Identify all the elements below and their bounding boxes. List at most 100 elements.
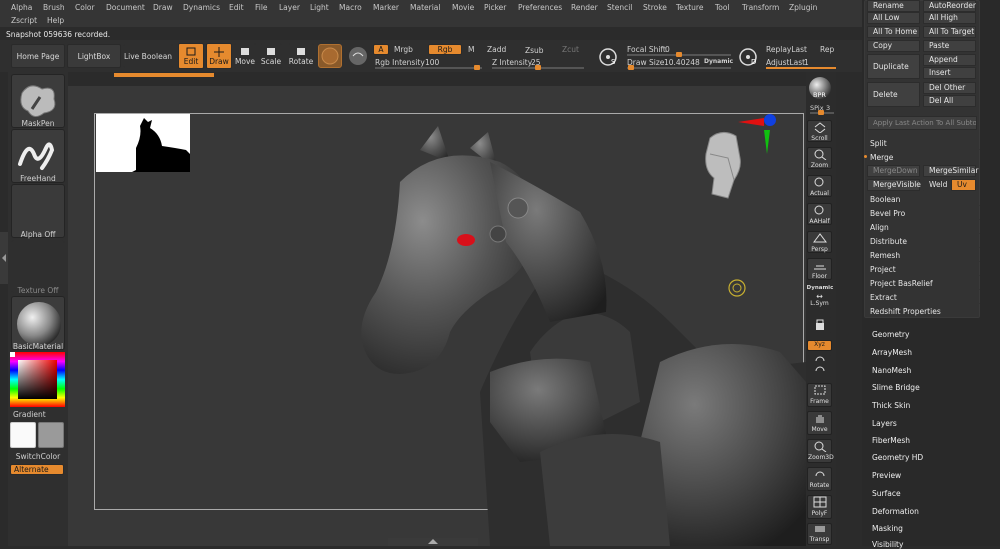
split-section[interactable]: Split [868,138,980,150]
boolean-section[interactable]: Boolean [868,194,980,206]
apply-last-action-button[interactable]: Apply Last Action To All Subtool [867,116,977,130]
all-high-button[interactable]: All High [923,12,976,24]
menu-light[interactable]: Light [310,3,329,12]
merge-similar-button[interactable]: MergeSimilar [923,165,978,177]
zcut-button[interactable]: Zcut [562,45,579,54]
rotate-view-button[interactable]: Rotate [807,467,832,491]
lsym-button[interactable]: ↔ L.Sym [807,292,832,310]
slime-bridge-subpalette[interactable]: Slime Bridge [872,383,920,392]
all-to-target-button[interactable]: All To Target [923,26,976,38]
rep-button[interactable]: Rep [820,45,834,54]
switch-color-button[interactable]: SwitchColor [8,452,68,461]
color-picker[interactable] [10,352,65,407]
rename-button[interactable]: Rename [867,0,920,12]
surface-subpalette[interactable]: Surface [872,489,901,498]
del-all-button[interactable]: Del All [923,95,976,107]
menu-marker[interactable]: Marker [373,3,399,12]
move-view-button[interactable]: Move [807,411,832,435]
zadd-button[interactable]: Zadd [487,45,506,54]
live-boolean-button[interactable]: Live Boolean [123,44,173,68]
copy-button[interactable]: Copy [867,40,920,52]
main-color-swatch[interactable] [10,422,36,448]
menu-stroke[interactable]: Stroke [643,3,667,12]
zoom3d-button[interactable]: Zoom3D [807,439,834,463]
axis-gizmo[interactable] [736,112,778,156]
masking-subpalette[interactable]: Masking [872,524,903,533]
menu-brush[interactable]: Brush [43,3,65,12]
lock-button[interactable] [807,316,832,334]
menu-draw[interactable]: Draw [153,3,173,12]
bevel-pro-section[interactable]: Bevel Pro [868,208,980,220]
distribute-section[interactable]: Distribute [868,236,980,248]
sphere-brush-button[interactable] [348,46,368,66]
menu-dynamics[interactable]: Dynamics [183,3,220,12]
layers-subpalette[interactable]: Layers [872,419,897,428]
persp-button[interactable]: Persp [807,231,832,253]
uv-button[interactable]: Uv [951,179,976,191]
preview-subpalette[interactable]: Preview [872,471,901,480]
bpr-button[interactable]: BPR [808,76,832,100]
auto-reorder-button[interactable]: AutoReorder [923,0,976,12]
arraymesh-subpalette[interactable]: ArrayMesh [872,348,912,357]
floor-button[interactable]: Floor [807,258,832,280]
menu-zscript[interactable]: Zscript [11,16,37,25]
menu-picker[interactable]: Picker [484,3,506,12]
menu-color[interactable]: Color [75,3,95,12]
visibility-subpalette[interactable]: Visibility [872,540,903,549]
left-tray-handle[interactable] [0,232,8,284]
zsub-button[interactable]: Zsub [525,46,544,55]
remesh-section[interactable]: Remesh [868,250,980,262]
menu-render[interactable]: Render [571,3,598,12]
insert-button[interactable]: Insert [923,67,976,79]
move-mode-button[interactable]: Move [234,43,256,69]
geometry-hd-subpalette[interactable]: Geometry HD [872,453,923,462]
a-button[interactable]: A [373,44,389,55]
menu-preferences[interactable]: Preferences [518,3,562,12]
frame-button[interactable]: Frame [807,383,832,407]
menu-transform[interactable]: Transform [742,3,779,12]
thick-skin-subpalette[interactable]: Thick Skin [872,401,910,410]
merge-visible-button[interactable]: MergeVisible [867,179,921,191]
home-page-button[interactable]: Home Page [11,44,65,68]
bottom-tray-handle[interactable] [388,538,478,546]
secondary-color-swatch[interactable] [38,422,64,448]
rgb-intensity-knob[interactable] [474,65,480,70]
duplicate-button[interactable]: Duplicate [867,54,920,79]
fibermesh-subpalette[interactable]: FiberMesh [872,436,910,445]
rotate-mode-button[interactable]: Rotate [288,43,314,69]
menu-file[interactable]: File [255,3,268,12]
menu-help[interactable]: Help [47,16,64,25]
alternate-button[interactable]: Alternate [10,464,64,475]
actual-button[interactable]: Actual [807,175,832,197]
geometry-subpalette[interactable]: Geometry [872,330,909,339]
dynamic-toggle[interactable]: Dynamic [704,58,733,65]
menu-tool[interactable]: Tool [715,3,730,12]
aahalf-button[interactable]: AAHalf [807,203,832,225]
z-intensity-knob[interactable] [535,65,541,70]
nanomesh-subpalette[interactable]: NanoMesh [872,366,911,375]
menu-texture[interactable]: Texture [676,3,703,12]
spix-knob[interactable] [818,110,824,115]
menu-document[interactable]: Document [106,3,145,12]
draw-size-knob[interactable] [628,65,634,70]
m-button[interactable]: M [468,45,474,54]
scale-mode-button[interactable]: Scale [260,43,282,69]
material-swatch-button[interactable] [318,44,342,68]
paste-button[interactable]: Paste [923,40,976,52]
menu-material[interactable]: Material [410,3,440,12]
redshift-properties-section[interactable]: Redshift Properties [868,306,980,318]
deformation-subpalette[interactable]: Deformation [872,507,919,516]
all-to-home-button[interactable]: All To Home [867,26,920,38]
extract-section[interactable]: Extract [868,292,980,304]
draw-size-slider[interactable] [627,67,731,69]
menu-edit[interactable]: Edit [229,3,244,12]
edit-mode-button[interactable]: Edit [178,43,204,69]
project-section[interactable]: Project [868,264,980,276]
project-basrelief-section[interactable]: Project BasRelief [868,278,980,290]
rgb-intensity-slider[interactable] [375,67,482,69]
focal-shift-knob[interactable] [676,52,682,57]
scroll-button[interactable]: Scroll [807,120,832,142]
menu-zplugin[interactable]: Zplugin [789,3,817,12]
del-other-button[interactable]: Del Other [923,82,976,94]
merge-down-button[interactable]: MergeDown [867,165,920,177]
